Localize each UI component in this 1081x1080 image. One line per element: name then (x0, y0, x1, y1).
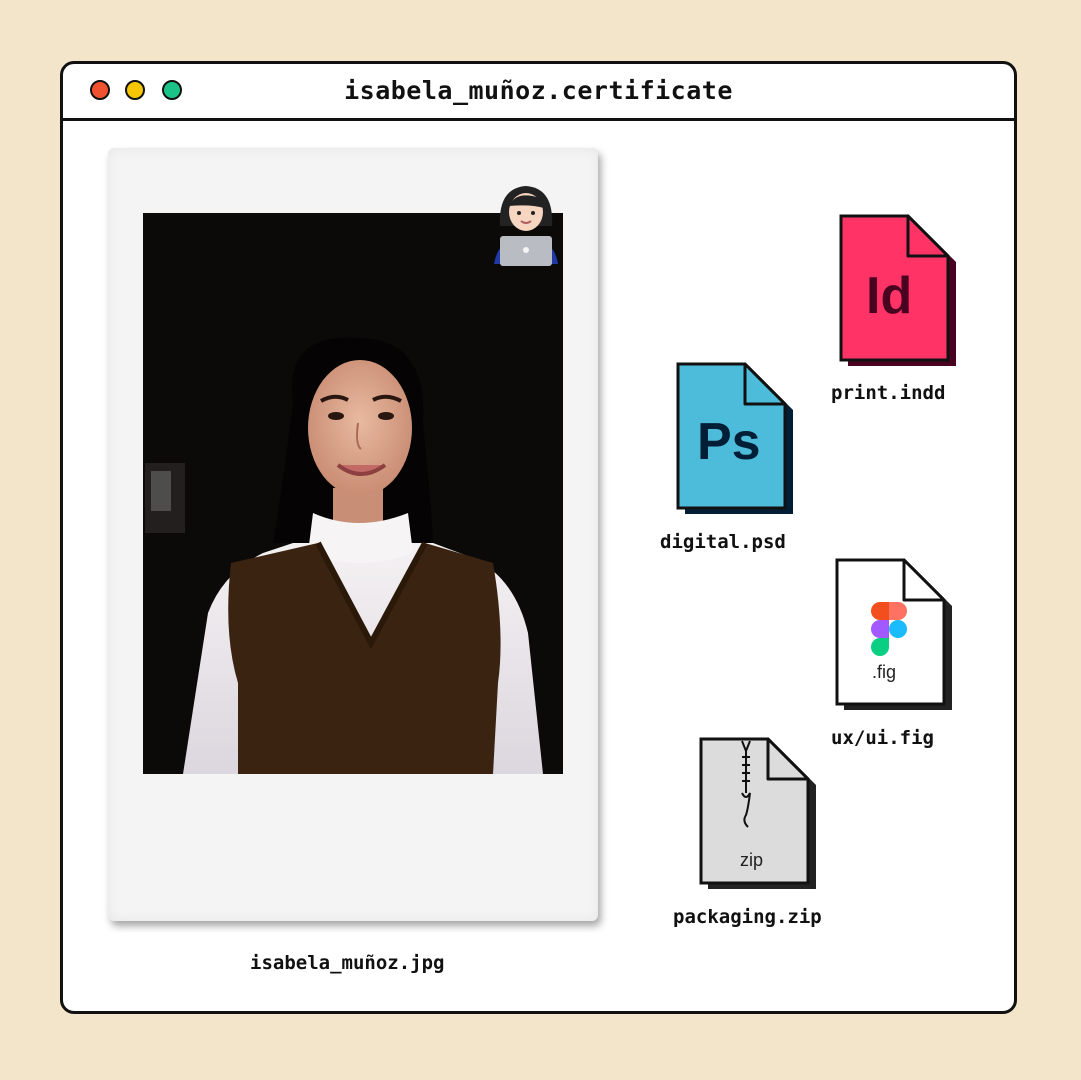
photoshop-logo-text: Ps (697, 413, 761, 471)
indesign-logo-text: Id (866, 267, 913, 325)
photo-caption: isabela_muñoz.jpg (250, 952, 445, 974)
file-label-digital-psd: digital.psd (660, 531, 786, 553)
file-packaging-zip[interactable]: zip (698, 737, 823, 892)
file-label-print-indd: print.indd (831, 382, 946, 404)
file-label-packaging-zip: packaging.zip (673, 906, 822, 928)
file-digital-psd[interactable]: Ps (675, 362, 800, 517)
portrait-illustration (143, 213, 563, 774)
figma-extension-text: .fig (872, 662, 897, 682)
polaroid-frame[interactable] (108, 148, 598, 921)
file-print-indd[interactable]: Id (838, 214, 963, 369)
portrait-photo (143, 213, 563, 774)
certificate-window: isabela_muñoz.certificate isabela_muñoz.… (60, 61, 1017, 1014)
file-label-uxui-fig: ux/ui.fig (831, 727, 934, 749)
window-title: isabela_muñoz.certificate (344, 76, 733, 105)
title-bar: isabela_muñoz.certificate (63, 64, 1014, 121)
file-uxui-fig[interactable]: .fig (834, 558, 959, 713)
woman-technologist-icon (494, 186, 558, 266)
zip-extension-text: zip (740, 850, 764, 870)
figma-file-icon (835, 558, 952, 710)
